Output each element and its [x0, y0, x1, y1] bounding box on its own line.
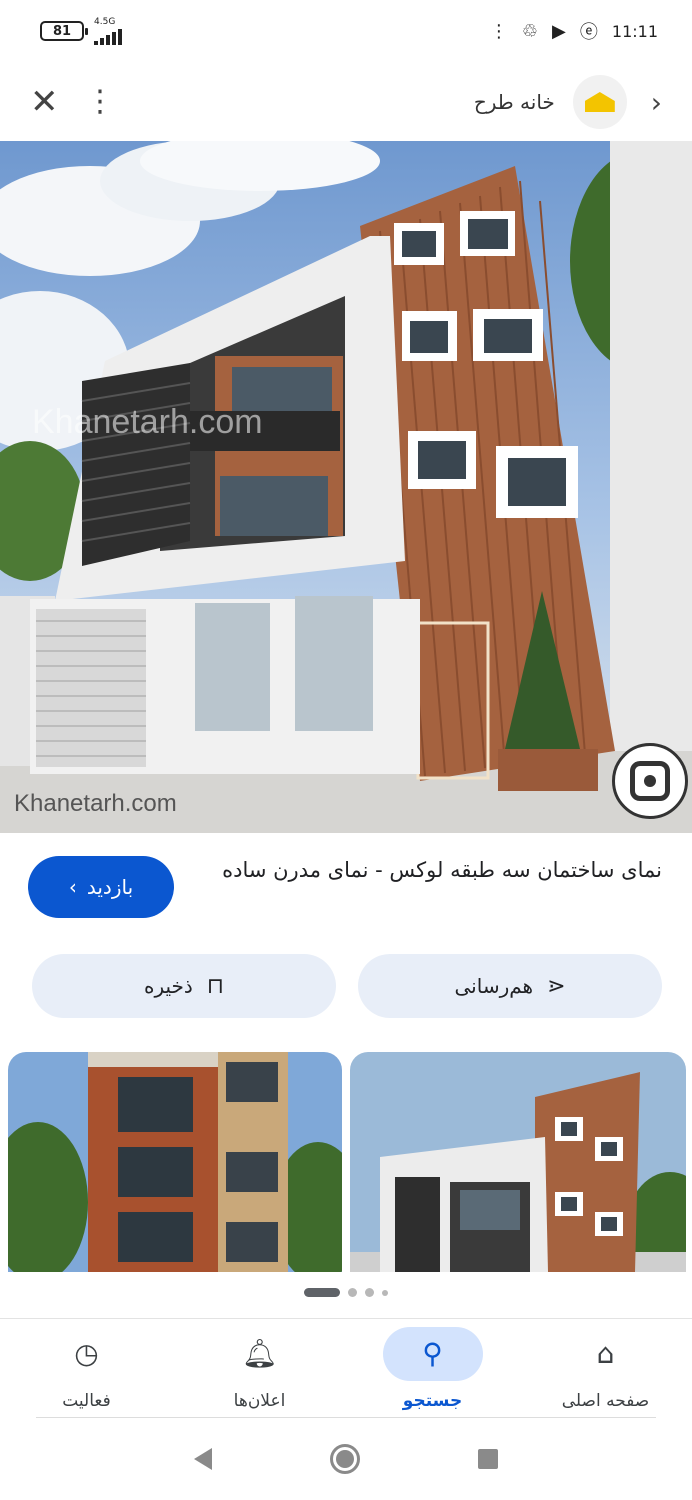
- bottom-navigation: ◷ فعالیت 🔔︎ اعلان‌ها ⚲ جستجو ⌂ صفحه اصلی: [0, 1318, 692, 1418]
- save-button[interactable]: ⊓ ذخیره: [32, 954, 336, 1018]
- carousel-dot: [382, 1289, 388, 1296]
- clock: 11:11: [611, 21, 658, 41]
- home-button-icon[interactable]: [330, 1444, 360, 1474]
- app-icon: ⓔ: [579, 22, 598, 43]
- network-type: 4.5G: [94, 16, 116, 27]
- more-options-icon[interactable]: ⋮: [80, 87, 120, 117]
- bell-icon: 🔔︎: [241, 1337, 278, 1370]
- visit-label: بازدید: [86, 875, 134, 899]
- nav-home[interactable]: ⌂ صفحه اصلی: [519, 1319, 692, 1418]
- lens-search-button[interactable]: [612, 743, 688, 819]
- signal-icon: [94, 27, 122, 45]
- carousel-dot: [365, 1288, 374, 1297]
- result-title: نمای ساختمان سه طبقه لوکس - نمای مدرن سا…: [222, 858, 662, 882]
- share-button[interactable]: ⋖ هم‌رسانی: [358, 954, 662, 1018]
- home-icon: ⌂: [596, 1337, 615, 1370]
- lens-icon: [630, 761, 670, 801]
- watermark-bottom: Khanetarh.com: [14, 790, 177, 817]
- related-image-1-picture: [8, 1052, 342, 1272]
- play-icon: ▶: [552, 20, 566, 42]
- battery-level: 81: [52, 23, 72, 39]
- status-bar: 81 4.5G ⋮ ♲ ▶ ⓔ 11:11: [0, 0, 692, 62]
- related-image-2-picture: [350, 1052, 686, 1272]
- status-right: ⋮ ♲ ▶ ⓔ 11:11: [490, 18, 658, 44]
- save-label: ذخیره: [144, 974, 193, 998]
- house-logo-icon: [584, 92, 615, 112]
- nav-notifications[interactable]: 🔔︎ اعلان‌ها: [173, 1319, 346, 1418]
- nav-label: جستجو: [402, 1390, 463, 1411]
- dnd-icon: ⋮: [489, 20, 508, 42]
- sync-icon: ♲: [521, 20, 539, 42]
- watermark-top: Khanetarh.com: [32, 403, 263, 441]
- recents-icon[interactable]: [478, 1449, 498, 1469]
- nav-label: فعالیت: [62, 1390, 111, 1411]
- bookmark-icon: ⊓: [206, 973, 224, 999]
- activity-icon: ◷: [74, 1337, 99, 1370]
- carousel-dot-active: [304, 1288, 340, 1297]
- battery-icon: 81: [40, 21, 88, 41]
- site-header[interactable]: خانه طرح: [474, 75, 627, 129]
- chevron-right-icon[interactable]: ›: [651, 86, 662, 119]
- main-image[interactable]: Khanetarh.com Khanetarh.com: [0, 141, 692, 833]
- carousel-dot: [348, 1288, 357, 1297]
- chevron-left-icon: ‹: [68, 875, 77, 899]
- status-left: 81 4.5G: [40, 16, 122, 45]
- share-icon: ⋖: [547, 973, 566, 999]
- close-icon[interactable]: ✕: [30, 82, 80, 122]
- carousel-dots: [0, 1288, 692, 1297]
- related-image-1[interactable]: [8, 1052, 342, 1272]
- site-name: خانه طرح: [473, 90, 555, 114]
- building-illustration: Khanetarh.com Khanetarh.com: [0, 141, 692, 833]
- search-icon: ⚲: [382, 1326, 483, 1381]
- related-image-2[interactable]: [350, 1052, 686, 1272]
- back-icon[interactable]: [194, 1448, 212, 1470]
- viewer-top-bar: ✕ ⋮ خانه طرح ›: [0, 62, 692, 142]
- network-indicator: 4.5G: [94, 16, 122, 45]
- nav-activity[interactable]: ◷ فعالیت: [0, 1319, 173, 1418]
- share-label: هم‌رسانی: [454, 974, 534, 998]
- nav-label: اعلان‌ها: [233, 1390, 286, 1411]
- nav-search[interactable]: ⚲ جستجو: [346, 1319, 519, 1418]
- site-logo: [572, 75, 627, 129]
- system-navigation: [0, 1418, 692, 1500]
- visit-button[interactable]: ‹ بازدید: [28, 856, 174, 918]
- nav-label: صفحه اصلی: [561, 1390, 650, 1411]
